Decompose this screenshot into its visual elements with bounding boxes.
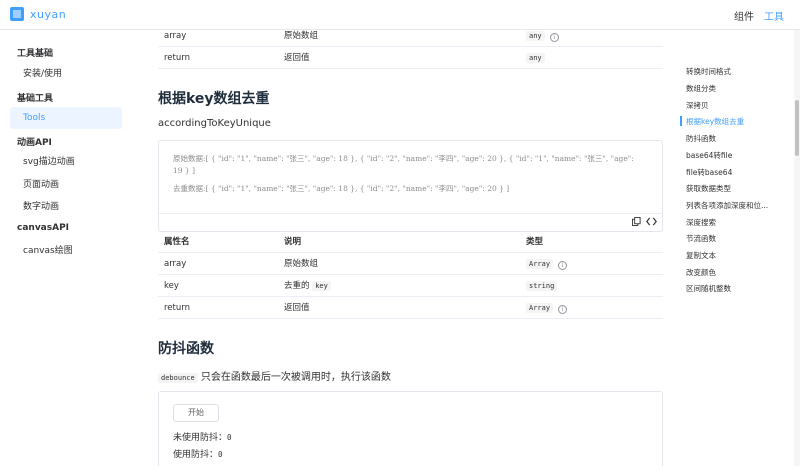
info-icon[interactable]: i [558,305,568,314]
section-title: 根据key数组去重 [158,91,270,107]
info-icon[interactable]: i [558,261,568,270]
code-toggle-icon[interactable] [645,217,657,229]
header-prop-name: 属性名 [164,237,190,247]
main-content: array 原始数组 any i return 返回值 any 根据key数组去重… [158,30,663,466]
header-desc: 说明 [284,237,302,247]
toc-item[interactable]: 复制文本 [686,250,716,261]
prop-type: any [526,47,545,69]
toc-item[interactable]: 列表各项添加深度和位... [686,200,768,211]
logo[interactable]: xuyan [10,7,66,21]
toc-item[interactable]: 区间随机整数 [686,283,731,294]
section-subtitle: accordingToKeyUnique [158,118,271,129]
sidebar: 工具基础 安装/使用 基础工具 Tools 动画API svg描边动画 页面动画… [0,30,134,466]
header-type: 类型 [526,237,544,247]
info-icon[interactable]: i [549,33,559,42]
sidebar-group-title: 动画API [17,138,52,148]
prop-desc: 返回值 [284,53,310,63]
demo-output-line: 原始数据:[ { "id": "1", "name": "张三", "age":… [173,154,634,163]
description-text: 只会在函数最后一次被调用时，执行该函数 [200,372,391,383]
type-code: Array [526,259,554,269]
prop-name: return [164,53,190,63]
prop-desc: 原始数组 [284,259,319,269]
top-header: xuyan 组件 工具 [0,0,800,30]
start-button[interactable]: 开始 [173,404,219,422]
toc-item-active[interactable]: 根据key数组去重 [686,116,744,127]
sidebar-item-canvas-drawing[interactable]: canvas绘图 [10,240,122,262]
prop-desc: 去重的 key [284,275,331,297]
nav-components[interactable]: 组件 [734,8,754,23]
scrollbar-thumb[interactable] [795,100,799,156]
demo-block: 开始 未使用防抖：0 使用防抖：0 [158,391,663,466]
copy-icon[interactable] [630,217,642,229]
section-title: 防抖函数 [158,341,214,357]
top-nav: 组件 工具 [734,8,784,23]
demo-block: 原始数据:[ { "id": "1", "name": "张三", "age":… [158,140,663,232]
type-code: any [526,31,545,41]
demo-toolbar [159,213,662,231]
toc-item[interactable]: 获取数据类型 [686,183,731,194]
toc-active-indicator [680,116,682,126]
table-row: return 返回值 Array i [158,297,663,319]
count-label: 使用防抖： [173,450,219,460]
type-code: string [526,281,558,291]
toc-item[interactable]: file转base64 [686,167,732,178]
sidebar-item-page-animation[interactable]: 页面动画 [10,174,122,196]
sidebar-group-title: 工具基础 [17,49,54,59]
sidebar-item-number-animation[interactable]: 数字动画 [10,196,122,218]
toc-item[interactable]: base64转file [686,150,732,161]
toc-item[interactable]: 节流函数 [686,233,716,244]
table-row: return 返回值 any [158,47,663,69]
no-debounce-count: 未使用防抖：0 [173,430,232,443]
prop-type: Array i [526,297,568,319]
sidebar-item-svg-animation[interactable]: svg描边动画 [10,151,122,173]
prop-type: string [526,275,558,297]
prop-name: key [164,281,179,291]
page-scrollbar[interactable] [794,0,800,466]
sidebar-group-title: canvasAPI [17,223,70,233]
demo-output-line: 19 } ] [173,166,196,175]
toc-item[interactable]: 改变颜色 [686,267,716,278]
logo-text: xuyan [30,7,67,21]
debounce-code: debounce [158,373,198,383]
demo-output-line: 去重数据:[ { "id": "1", "name": "张三", "age":… [173,184,510,193]
logo-cube-icon [10,7,24,21]
prop-name: array [164,259,187,269]
toc-item[interactable]: 深度搜索 [686,217,716,228]
table-row: array 原始数组 Array i [158,253,663,275]
type-code: any [526,53,545,63]
sidebar-item-install[interactable]: 安装/使用 [10,63,122,85]
sidebar-group-title: 基础工具 [17,94,54,104]
toc-item[interactable]: 深拷贝 [686,100,709,111]
toc-item[interactable]: 防抖函数 [686,133,716,144]
table-row: key 去重的 key string [158,275,663,297]
count-label: 未使用防抖： [173,433,228,443]
prop-type: Array i [526,253,568,275]
nav-tools[interactable]: 工具 [764,8,784,23]
debounce-count: 使用防抖：0 [173,447,223,460]
sidebar-item-tools[interactable]: Tools [10,107,122,129]
count-value: 0 [218,450,223,459]
toc-item[interactable]: 数组分类 [686,83,716,94]
desc-text: 去重的 [284,281,310,291]
table-header-row: 属性名 说明 类型 [158,231,663,253]
section-description: debounce 只会在函数最后一次被调用时，执行该函数 [158,368,391,383]
prop-desc: 返回值 [284,303,310,313]
prop-name: return [164,303,190,313]
toc-item[interactable]: 转换时间格式 [686,66,731,77]
count-value: 0 [227,433,232,442]
desc-code: key [312,281,331,291]
type-code: Array [526,303,554,313]
